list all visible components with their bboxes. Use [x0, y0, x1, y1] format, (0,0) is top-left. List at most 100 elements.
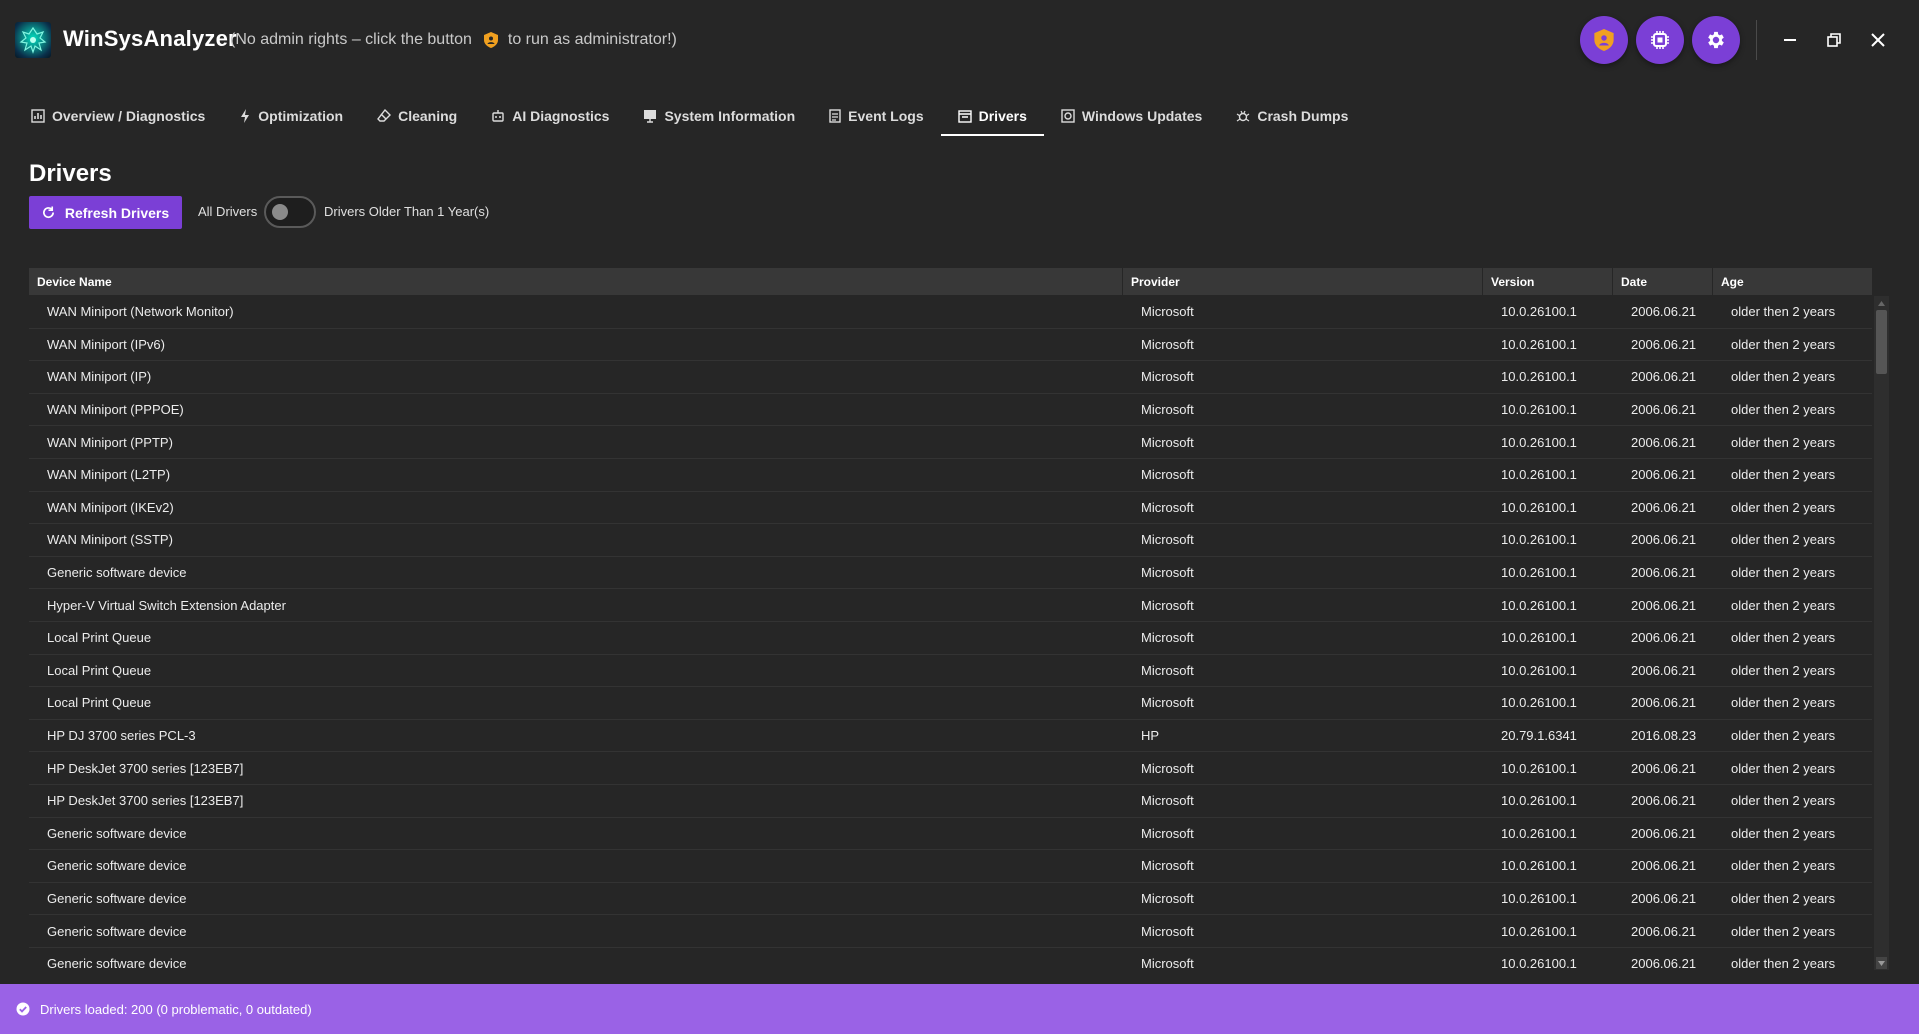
minimize-button[interactable]: [1774, 24, 1806, 56]
table-row[interactable]: WAN Miniport (IKEv2) Microsoft 10.0.26100.…: [29, 492, 1872, 525]
tab-crash-dumps[interactable]: Crash Dumps: [1219, 96, 1365, 136]
table-row[interactable]: Generic software device Microsoft 10.0.261…: [29, 948, 1872, 970]
tab-windows-updates[interactable]: Windows Updates: [1044, 96, 1219, 136]
cpu-chip-icon: [1651, 31, 1669, 49]
table-row[interactable]: HP DJ 3700 series PCL-3 HP 20.79.1.6341 201…: [29, 720, 1872, 753]
age-cell: older then 2 years: [1731, 434, 1836, 450]
settings-button[interactable]: [1692, 16, 1740, 64]
date-cell: 2006.06.21: [1631, 304, 1697, 320]
device-name-cell: HP DeskJet 3700 series [123EB7]: [47, 793, 244, 809]
column-header-age[interactable]: Age: [1713, 268, 1872, 295]
version-cell: 10.0.26100.1: [1501, 467, 1577, 483]
provider-cell: Microsoft: [1141, 825, 1194, 841]
table-row[interactable]: Generic software device Microsoft 10.0.261…: [29, 557, 1872, 590]
version-cell: 10.0.26100.1: [1501, 336, 1577, 352]
provider-cell: Microsoft: [1141, 890, 1194, 906]
run-as-admin-button[interactable]: [1580, 16, 1628, 64]
provider-cell: Microsoft: [1141, 304, 1194, 320]
tab-cleaning[interactable]: Cleaning: [360, 96, 474, 136]
refresh-icon: [42, 206, 54, 219]
table-row[interactable]: WAN Miniport (L2TP) Microsoft 10.0.26100.1…: [29, 459, 1872, 492]
table-header: Device Name Provider Version Date Age: [29, 268, 1872, 295]
date-cell: 2006.06.21: [1631, 565, 1697, 581]
driver-age-toggle[interactable]: [264, 196, 316, 228]
date-cell: 2006.06.21: [1631, 369, 1697, 385]
refresh-drivers-label: Refresh Drivers: [64, 204, 170, 221]
column-header-provider[interactable]: Provider: [1123, 268, 1483, 295]
close-button[interactable]: [1862, 24, 1894, 56]
table-row[interactable]: WAN Miniport (PPPOE) Microsoft 10.0.26100.…: [29, 394, 1872, 427]
toggle-knob: [272, 204, 288, 220]
device-name-cell: Local Print Queue: [47, 662, 152, 678]
chart-icon: [31, 109, 45, 123]
table-row[interactable]: WAN Miniport (SSTP) Microsoft 10.0.26100.1…: [29, 524, 1872, 557]
table-row[interactable]: Generic software device Microsoft 10.0.261…: [29, 818, 1872, 851]
table-row[interactable]: Generic software device Microsoft 10.0.261…: [29, 915, 1872, 948]
version-cell: 10.0.26100.1: [1501, 402, 1577, 418]
document-icon: [829, 109, 841, 123]
tab-ai-diagnostics[interactable]: AI Diagnostics: [474, 96, 626, 136]
table-row[interactable]: Local Print Queue Microsoft 10.0.26100.1 20…: [29, 655, 1872, 688]
table-row[interactable]: HP DeskJet 3700 series [123EB7] Microsoft…: [29, 785, 1872, 818]
version-cell: 10.0.26100.1: [1501, 695, 1577, 711]
refresh-drivers-button[interactable]: Refresh Drivers: [29, 196, 182, 229]
minimize-icon: [1784, 39, 1796, 41]
provider-cell: Microsoft: [1141, 532, 1194, 548]
device-name-cell: Generic software device: [47, 956, 187, 970]
tab-overview-diagnostics[interactable]: Overview / Diagnostics: [14, 96, 222, 136]
table-row[interactable]: WAN Miniport (IPv6) Microsoft 10.0.26100.1…: [29, 329, 1872, 362]
version-cell: 10.0.26100.1: [1501, 434, 1577, 450]
date-cell: 2006.06.21: [1631, 402, 1697, 418]
table-row[interactable]: Local Print Queue Microsoft 10.0.26100.1 20…: [29, 687, 1872, 720]
table-scrollbar[interactable]: [1874, 296, 1889, 970]
tab-optimization[interactable]: Optimization: [222, 96, 360, 136]
version-cell: 10.0.26100.1: [1501, 858, 1577, 874]
table-row[interactable]: WAN Miniport (PPTP) Microsoft 10.0.26100.1…: [29, 426, 1872, 459]
drivers-table: Device Name Provider Version Date Age WA…: [29, 268, 1889, 970]
date-cell: 2016.08.23: [1631, 728, 1697, 744]
lightning-icon: [241, 109, 250, 123]
gear-icon: [1708, 31, 1724, 49]
scroll-down-button[interactable]: [1876, 957, 1887, 969]
column-header-device-name[interactable]: Device Name: [29, 268, 1123, 295]
tab-label: System Information: [664, 108, 796, 124]
age-cell: older then 2 years: [1731, 369, 1836, 385]
scrollbar-thumb[interactable]: [1876, 310, 1887, 374]
tab-label: Crash Dumps: [1257, 108, 1349, 124]
date-cell: 2006.06.21: [1631, 662, 1697, 678]
device-name-cell: HP DJ 3700 series PCL-3: [47, 728, 196, 744]
version-cell: 10.0.26100.1: [1501, 890, 1577, 906]
version-cell: 10.0.26100.1: [1501, 565, 1577, 581]
column-header-date[interactable]: Date: [1613, 268, 1713, 295]
hardware-button[interactable]: [1636, 16, 1684, 64]
older-drivers-label: Drivers Older Than 1 Year(s): [324, 204, 490, 219]
title-bar: WinSysAnalyzer (No admin rights – click …: [0, 0, 1919, 80]
device-name-cell: WAN Miniport (L2TP): [47, 467, 171, 483]
monitor-icon: [644, 110, 657, 123]
tab-drivers[interactable]: Drivers: [940, 96, 1045, 136]
age-cell: older then 2 years: [1731, 728, 1836, 744]
column-header-version[interactable]: Version: [1483, 268, 1613, 295]
age-cell: older then 2 years: [1731, 499, 1836, 515]
device-name-cell: Generic software device: [47, 825, 187, 841]
table-row[interactable]: HP DeskJet 3700 series [123EB7] Microsoft…: [29, 752, 1872, 785]
table-row[interactable]: Local Print Queue Microsoft 10.0.26100.1 20…: [29, 622, 1872, 655]
device-name-cell: Hyper-V Virtual Switch Extension Adapter: [47, 597, 286, 613]
tab-system-information[interactable]: System Information: [626, 96, 812, 136]
table-row[interactable]: WAN Miniport (Network Monitor) Microsoft 1…: [29, 296, 1872, 329]
provider-cell: Microsoft: [1141, 499, 1194, 515]
date-cell: 2006.06.21: [1631, 630, 1697, 646]
table-row[interactable]: Generic software device Microsoft 10.0.261…: [29, 850, 1872, 883]
table-row[interactable]: WAN Miniport (IP) Microsoft 10.0.26100.1 20…: [29, 361, 1872, 394]
age-cell: older then 2 years: [1731, 630, 1836, 646]
provider-cell: Microsoft: [1141, 402, 1194, 418]
scroll-up-button[interactable]: [1876, 297, 1887, 309]
device-name-cell: WAN Miniport (PPTP): [47, 434, 173, 450]
table-row[interactable]: Generic software device Microsoft 10.0.261…: [29, 883, 1872, 916]
device-name-cell: Generic software device: [47, 923, 187, 939]
tab-event-logs[interactable]: Event Logs: [812, 96, 940, 136]
table-row[interactable]: Hyper-V Virtual Switch Extension Adapter…: [29, 589, 1872, 622]
restore-button[interactable]: [1818, 24, 1850, 56]
version-cell: 10.0.26100.1: [1501, 630, 1577, 646]
version-cell: 20.79.1.6341: [1501, 728, 1577, 744]
